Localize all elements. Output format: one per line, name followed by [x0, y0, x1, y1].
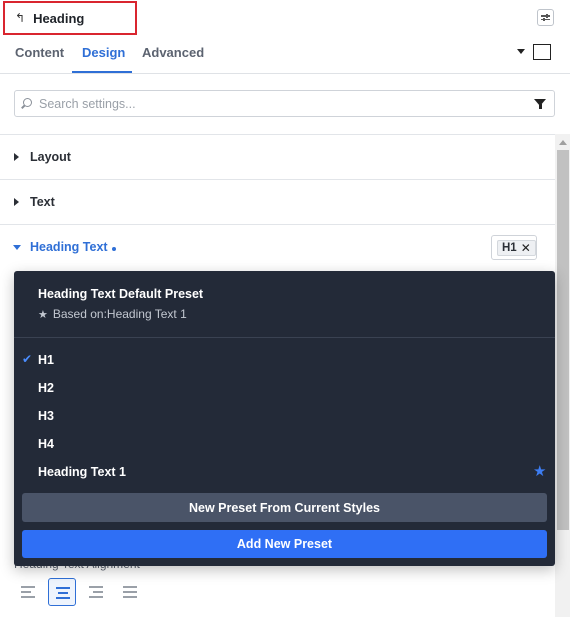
align-justify-button[interactable]: [116, 578, 144, 606]
preset-label: H4: [38, 437, 54, 451]
search-box: [14, 90, 555, 117]
section-text[interactable]: Text: [0, 179, 555, 224]
chevron-down-icon[interactable]: [517, 49, 525, 54]
preset-label: Heading Text 1: [38, 465, 126, 479]
align-right-button[interactable]: [82, 578, 110, 606]
back-to-module-button[interactable]: ↰ Heading: [3, 1, 137, 35]
preset-label: H1: [38, 353, 54, 367]
star-icon: ★: [38, 308, 48, 321]
panel-header: ↰ Heading: [0, 0, 570, 36]
section-heading-text[interactable]: Heading Text H1 ✕: [0, 224, 555, 269]
align-center-button[interactable]: [48, 578, 76, 606]
align-left-button[interactable]: [14, 578, 42, 606]
default-star-icon[interactable]: ★: [533, 462, 546, 480]
preset-item-heading-text-1[interactable]: Heading Text 1 ★: [14, 458, 555, 486]
default-preset-title: Heading Text Default Preset: [38, 287, 204, 301]
modified-dot-icon: [112, 247, 116, 251]
close-icon[interactable]: ✕: [521, 242, 531, 254]
sliders-icon[interactable]: [537, 9, 554, 26]
settings-tabs: Content Design Advanced: [0, 36, 570, 74]
square-icon[interactable]: [533, 44, 551, 60]
preset-label: H2: [38, 381, 54, 395]
preset-item-h4[interactable]: H4: [14, 430, 555, 458]
section-label: Text: [30, 195, 55, 209]
search-input[interactable]: [39, 93, 519, 115]
preset-dropdown-header: Heading Text Default Preset ★ Based on:H…: [14, 271, 555, 338]
add-new-preset-button[interactable]: Add New Preset: [22, 530, 547, 558]
preset-selector[interactable]: H1 ✕: [491, 235, 537, 260]
preset-chip[interactable]: H1 ✕: [497, 240, 536, 256]
preset-item-h1[interactable]: ✔ H1: [14, 346, 555, 374]
tab-advanced[interactable]: Advanced: [142, 45, 204, 60]
section-label: Heading Text: [30, 240, 108, 254]
preset-item-h3[interactable]: H3: [14, 402, 555, 430]
active-tab-indicator: [72, 71, 132, 73]
preset-label: H3: [38, 409, 54, 423]
back-arrow-icon: ↰: [15, 11, 26, 25]
preset-dropdown: Heading Text Default Preset ★ Based on:H…: [14, 271, 555, 566]
tab-design[interactable]: Design: [82, 45, 125, 60]
scroll-up-arrow-icon[interactable]: [559, 140, 567, 145]
based-on-text: ★ Based on:Heading Text 1: [38, 307, 187, 321]
search-icon: [23, 98, 32, 107]
section-layout[interactable]: Layout: [0, 134, 555, 179]
caret-right-icon: [14, 153, 19, 161]
new-preset-from-current-styles-button[interactable]: New Preset From Current Styles: [22, 493, 547, 522]
based-on-label: Based on:Heading Text 1: [52, 307, 187, 321]
caret-right-icon: [14, 198, 19, 206]
tab-content[interactable]: Content: [15, 45, 64, 60]
module-title: Heading: [33, 10, 85, 26]
preset-chip-label: H1: [502, 242, 517, 254]
check-icon: ✔: [22, 352, 33, 366]
scrollbar-thumb[interactable]: [557, 150, 569, 530]
caret-down-icon: [13, 245, 21, 250]
preset-item-h2[interactable]: H2: [14, 374, 555, 402]
filter-icon[interactable]: [534, 99, 546, 109]
section-label: Layout: [30, 150, 71, 164]
